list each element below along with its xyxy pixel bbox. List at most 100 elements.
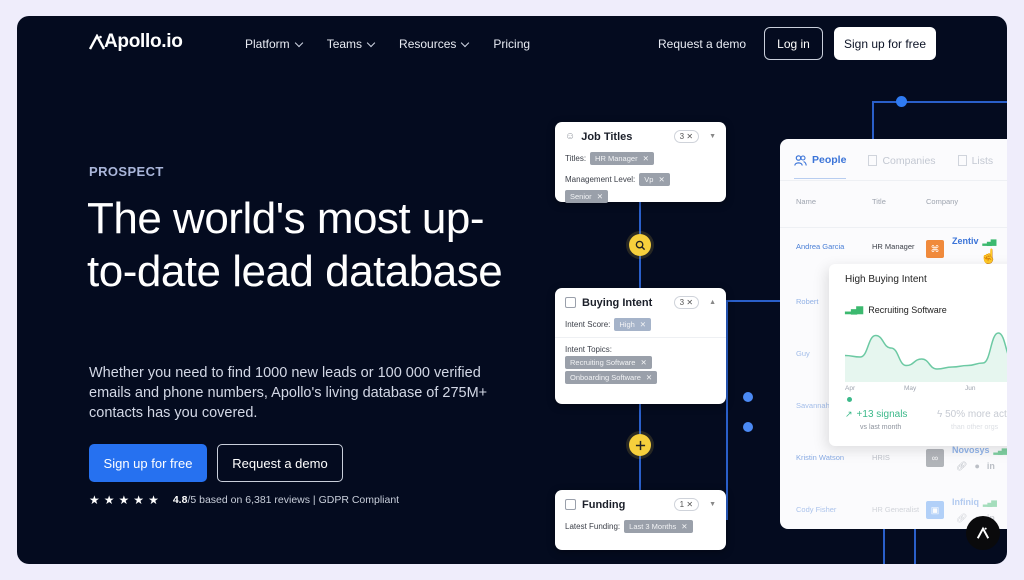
search-node [629,234,651,256]
nav-teams-label: Teams [326,37,363,51]
remove-icon[interactable]: ✕ [681,522,687,531]
activity-value: 50% more activity [945,409,1007,420]
buying-intent-filter-card[interactable]: Buying Intent 3 ✕ ▲ Intent Score: High ✕ … [555,288,726,404]
funding-icon [565,499,576,510]
connector-dot [743,422,753,432]
nav-teams[interactable]: Teams [326,37,376,51]
add-filter-node[interactable] [629,434,651,456]
link-icon[interactable]: 🔗︎ [956,461,967,472]
signals-value: +13 signals [856,409,908,420]
rating-text: 4.8/5 based on 6,381 reviews | GDPR Comp… [173,494,399,506]
trend-up-icon: ↗ [845,409,853,419]
chevron-down-icon [461,38,470,47]
tab-label: People [812,154,847,166]
filter-tag[interactable]: Vp ✕ [639,173,670,186]
apollo-logo[interactable]: Apollo.io [89,31,183,53]
filter-tag[interactable]: HR Manager ✕ [590,152,654,165]
company-logo: ⌘ [926,240,944,258]
signal-bars-icon: ▂▄▆ [993,448,1007,455]
tag-label: High [619,320,635,329]
chevron-down-icon[interactable]: ▼ [709,133,716,140]
chart-icon [565,297,576,308]
company-name[interactable]: Novosys ▂▄▆ [952,445,1007,455]
remove-icon[interactable]: ✕ [658,175,664,184]
x-label-jun: Jun [965,385,976,392]
main-nav: Platform Teams Resources Pricing [245,37,530,51]
remove-icon[interactable]: ✕ [646,373,652,382]
star-icon: ★ [133,493,145,507]
titles-label: Titles: [565,154,587,163]
search-icon [635,240,645,250]
job-titles-filter-card[interactable]: ☺ Job Titles 3 ✕ ▼ Titles: HR Manager ✕ M… [555,122,726,203]
remove-icon[interactable]: ✕ [597,192,603,201]
activity-stat: ϟ 50% more activity [937,409,1007,420]
activity-subtext: than other orgs [951,424,999,431]
nav-resources-label: Resources [399,37,457,51]
login-button[interactable]: Log in [764,27,823,60]
remove-icon[interactable]: ✕ [643,154,649,163]
bolt-icon: ϟ [937,409,946,420]
tab-lists[interactable]: Lists [957,154,994,179]
hand-cursor-icon: ☝ [980,248,998,264]
filter-tag[interactable]: Onboarding Software ✕ [565,371,658,384]
signal-bars-icon: ▂▄▆ [983,500,997,507]
filter-tag[interactable]: Senior ✕ [565,190,608,203]
filter-count-badge[interactable]: 3 ✕ [673,296,700,309]
funding-filter-card[interactable]: Funding 1 ✕ ▼ Latest Funding: Last 3 Mon… [555,490,726,550]
company-name[interactable]: Zentiv ▂▄▆ [952,236,997,246]
panel-tabs: People Companies Lists [780,139,1007,181]
linkedin-icon[interactable]: in [987,461,995,472]
nav-pricing[interactable]: Pricing [493,37,530,51]
remove-icon[interactable]: ✕ [640,320,646,329]
signals-stat: ↗ +13 signals [845,409,907,420]
tab-label: Lists [971,154,994,167]
person-name[interactable]: Guy [796,349,810,358]
x-label-apr: Apr [845,385,856,392]
list-icon [957,155,967,166]
filter-count-badge[interactable]: 1 ✕ [673,498,700,511]
nav-platform-label: Platform [245,37,290,51]
tab-companies[interactable]: Companies [868,155,936,179]
filter-tag[interactable]: Last 3 Months ✕ [624,520,693,533]
company-logo: ∞ [926,449,944,467]
connector-line [914,529,916,564]
chat-launcher-button[interactable] [966,516,1000,550]
company-name[interactable]: Infiniq ▂▄▆ [952,497,997,507]
filter-count-badge[interactable]: 3 ✕ [673,130,700,143]
person-name[interactable]: Kristin Watson [796,453,844,462]
popup-topic: ▂▄▆ Recruiting Software [845,304,947,315]
connector-line [726,300,780,302]
topic-label: Recruiting Software [868,304,947,315]
request-demo-button[interactable]: Request a demo [217,444,343,482]
chevron-down-icon[interactable]: ▼ [709,501,716,508]
star-icon: ★ [103,493,115,507]
person-name[interactable]: Cody Fisher [796,505,836,514]
tag-label: Senior [570,192,592,201]
nav-resources[interactable]: Resources [399,37,470,51]
link-icon[interactable]: 🔗︎ [956,513,967,524]
person-name[interactable]: Robert [796,297,819,306]
signal-bars-icon: ▂▄▆ [982,239,997,246]
company-label: Novosys [952,445,990,455]
tag-label: Onboarding Software [570,373,641,382]
apollo-icon [976,526,990,539]
buying-intent-title: Buying Intent [582,296,653,309]
signup-button[interactable]: Sign up for free [89,444,207,482]
nav-request-demo-link[interactable]: Request a demo [658,37,746,51]
chat-icon[interactable]: ● [974,461,979,472]
tab-people[interactable]: People [794,154,847,179]
divider [780,227,1007,228]
count-value: 3 [679,132,685,141]
filter-tag[interactable]: Recruiting Software ✕ [565,356,652,369]
person-name[interactable]: Andrea Garcia [796,242,844,251]
company-label: Zentiv [952,236,979,246]
filter-tag[interactable]: High ✕ [614,318,652,331]
nav-signup-button[interactable]: Sign up for free [834,27,936,60]
remove-icon[interactable]: ✕ [640,358,646,367]
tag-label: Last 3 Months [629,522,677,531]
connector-dot [743,392,753,402]
nav-platform[interactable]: Platform [245,37,303,51]
connector-dot [896,96,907,107]
chevron-up-icon[interactable]: ▲ [709,299,716,306]
person-name[interactable]: Savannah [796,401,830,410]
